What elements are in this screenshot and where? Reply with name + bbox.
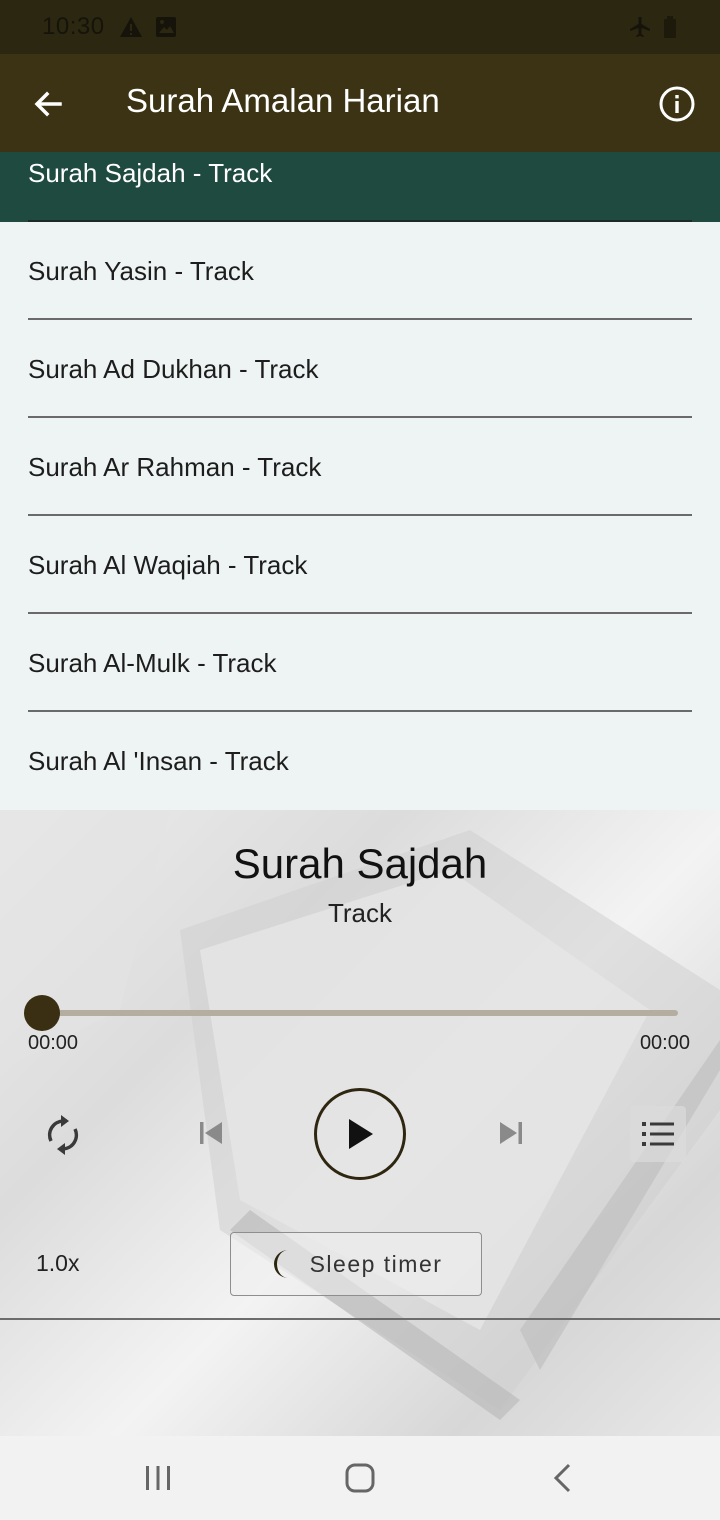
app-bar: Surah Amalan Harian <box>0 54 720 152</box>
recent-apps-icon <box>146 1466 170 1490</box>
skip-previous-icon <box>200 1122 222 1144</box>
player-panel: Surah Sajdah Track 00:00 00:00 1.0x Slee… <box>0 810 720 1436</box>
previous-button[interactable] <box>194 1116 228 1150</box>
recent-apps-button[interactable] <box>138 1458 178 1498</box>
track-item-ar-rahman[interactable]: Surah Ar Rahman - Track <box>0 418 720 516</box>
track-item-al-waqiah[interactable]: Surah Al Waqiah - Track <box>0 516 720 614</box>
now-playing-subtitle: Track <box>327 898 393 928</box>
status-time: 10:30 <box>42 13 105 40</box>
sleep-timer-button[interactable]: Sleep timer <box>230 1232 482 1296</box>
info-icon[interactable] <box>658 85 696 123</box>
track-item-al-mulk[interactable]: Surah Al-Mulk - Track <box>0 614 720 712</box>
track-item-ad-dukhan[interactable]: Surah Ad Dukhan - Track <box>0 320 720 418</box>
playback-speed[interactable]: 1.0x <box>36 1250 79 1277</box>
track-label: Surah Al Waqiah - Track <box>28 550 308 580</box>
seek-thumb[interactable] <box>24 995 60 1031</box>
repeat-button[interactable] <box>40 1112 86 1158</box>
divider <box>0 1318 720 1320</box>
track-label: Surah Ar Rahman - Track <box>28 452 322 482</box>
track-label: Surah Yasin - Track <box>28 256 254 286</box>
system-nav-bar <box>0 1436 720 1520</box>
warning-icon <box>119 17 142 37</box>
list-icon <box>642 1122 674 1146</box>
moon-icon <box>273 1250 288 1278</box>
track-label: Surah Sajdah - Track <box>28 158 273 188</box>
next-button[interactable] <box>494 1116 528 1150</box>
track-list: Surah Sajdah - Track Surah Yasin - Track… <box>0 152 720 810</box>
repeat-icon <box>47 1115 79 1155</box>
status-icons-left <box>119 16 177 38</box>
status-bar: 10:30 <box>0 0 720 54</box>
track-label: Surah Al-Mulk - Track <box>28 648 277 678</box>
page-title: Surah Amalan Harian <box>126 82 440 119</box>
track-label: Surah Al 'Insan - Track <box>28 746 289 776</box>
back-nav-button[interactable] <box>542 1458 582 1498</box>
airplane-icon <box>630 17 650 37</box>
home-icon <box>345 1463 375 1493</box>
status-icons-right <box>628 15 678 39</box>
skip-next-icon <box>500 1122 522 1144</box>
sleep-timer-label: Sleep timer <box>309 1250 443 1277</box>
now-playing-title: Surah Sajdah <box>232 840 488 887</box>
home-button[interactable] <box>340 1458 380 1498</box>
play-button[interactable] <box>314 1088 406 1180</box>
battery-icon <box>664 16 676 38</box>
current-time: 00:00 <box>28 1032 79 1054</box>
playlist-button[interactable] <box>630 1106 686 1162</box>
back-arrow-icon[interactable] <box>30 86 66 122</box>
track-item-al-insan[interactable]: Surah Al 'Insan - Track <box>0 712 720 810</box>
play-icon <box>349 1119 373 1149</box>
back-nav-icon <box>553 1463 571 1493</box>
total-duration: 00:00 <box>639 1032 690 1054</box>
track-item-sajdah[interactable]: Surah Sajdah - Track <box>0 152 720 222</box>
track-label: Surah Ad Dukhan - Track <box>28 354 319 384</box>
seek-bar[interactable] <box>42 1010 678 1016</box>
track-item-yasin[interactable]: Surah Yasin - Track <box>0 222 720 320</box>
image-icon <box>155 17 176 37</box>
